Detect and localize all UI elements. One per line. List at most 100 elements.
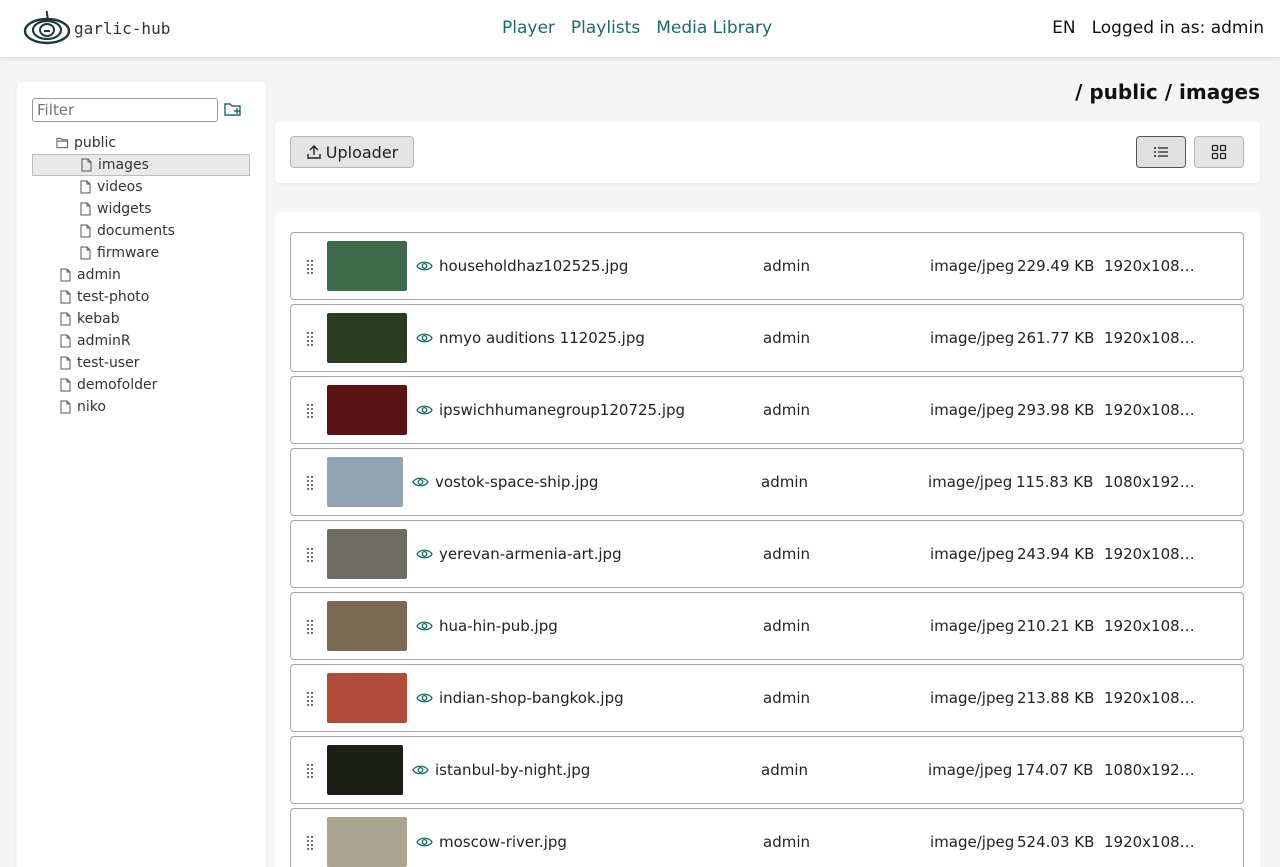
file-name[interactable]: indian-shop-bangkok.jpg xyxy=(439,689,624,707)
tree-item-9[interactable]: kebab xyxy=(32,308,250,330)
nav-player[interactable]: Player xyxy=(502,18,555,38)
file-icon xyxy=(80,180,91,194)
tree-item-4[interactable]: widgets xyxy=(32,198,250,220)
preview-eye-icon[interactable] xyxy=(416,331,433,345)
file-name[interactable]: householdhaz102525.jpg xyxy=(439,257,628,275)
file-name[interactable]: nmyo auditions 112025.jpg xyxy=(439,329,645,347)
garlic-hub-logo[interactable]: garlic-hub xyxy=(22,9,170,45)
file-mime-type: image/jpeg xyxy=(930,401,1015,419)
file-dimensions: 1920x108… xyxy=(1104,257,1195,275)
file-owner: admin xyxy=(763,833,810,851)
preview-eye-icon[interactable] xyxy=(416,691,433,705)
file-owner: admin xyxy=(763,401,810,419)
file-name[interactable]: vostok-space-ship.jpg xyxy=(435,473,598,491)
file-name[interactable]: istanbul-by-night.jpg xyxy=(435,761,590,779)
file-icon xyxy=(60,312,71,326)
tree-item-13[interactable]: niko xyxy=(32,396,250,418)
media-row[interactable]: istanbul-by-night.jpg admin image/jpeg 174.… xyxy=(290,736,1244,804)
file-name[interactable]: yerevan-armenia-art.jpg xyxy=(439,545,622,563)
nav-media-library[interactable]: Media Library xyxy=(656,18,772,38)
file-dimensions: 1920x108… xyxy=(1104,617,1195,635)
tree-item-2[interactable]: images xyxy=(32,154,250,176)
language-switch[interactable]: EN xyxy=(1052,18,1075,38)
media-thumbnail[interactable] xyxy=(327,817,407,867)
tree-item-label: niko xyxy=(77,399,106,415)
media-row[interactable]: householdhaz102525.jpg admin image/jpeg 229… xyxy=(290,232,1244,300)
tree-item-1[interactable]: public xyxy=(32,132,250,154)
drag-handle-icon[interactable] xyxy=(306,474,314,490)
media-thumbnail[interactable] xyxy=(327,745,403,795)
file-size: 261.77 KB xyxy=(1017,329,1095,347)
media-thumbnail[interactable] xyxy=(327,673,407,723)
drag-handle-icon[interactable] xyxy=(306,834,314,850)
media-list: householdhaz102525.jpg admin image/jpeg 229… xyxy=(275,212,1260,867)
tree-item-label: test-photo xyxy=(77,289,150,305)
media-thumbnail[interactable] xyxy=(327,385,407,435)
file-owner: admin xyxy=(761,473,808,491)
uploader-button[interactable]: Uploader xyxy=(290,136,414,168)
media-thumbnail[interactable] xyxy=(327,529,407,579)
preview-eye-icon[interactable] xyxy=(412,763,429,777)
file-size: 229.49 KB xyxy=(1017,257,1095,275)
drag-handle-icon[interactable] xyxy=(306,330,314,346)
file-size: 210.21 KB xyxy=(1017,617,1095,635)
file-icon xyxy=(60,356,71,370)
tree-item-label: test-user xyxy=(77,355,140,371)
media-row[interactable]: yerevan-armenia-art.jpg admin image/jpeg 24… xyxy=(290,520,1244,588)
file-name[interactable]: moscow-river.jpg xyxy=(439,833,567,851)
tree-item-3[interactable]: videos xyxy=(32,176,250,198)
file-dimensions: 1920x108… xyxy=(1104,833,1195,851)
media-row[interactable]: moscow-river.jpg admin image/jpeg 524.03 KB… xyxy=(290,808,1244,867)
drag-handle-icon[interactable] xyxy=(306,546,314,562)
file-name[interactable]: hua-hin-pub.jpg xyxy=(439,617,558,635)
preview-eye-icon[interactable] xyxy=(416,403,433,417)
preview-eye-icon[interactable] xyxy=(416,547,433,561)
logged-in-user[interactable]: Logged in as: admin xyxy=(1092,18,1264,38)
grid-view-button[interactable] xyxy=(1194,136,1244,168)
preview-eye-icon[interactable] xyxy=(416,619,433,633)
drag-handle-icon[interactable] xyxy=(306,762,314,778)
list-view-button[interactable] xyxy=(1136,136,1186,168)
add-folder-icon[interactable] xyxy=(224,101,242,117)
file-dimensions: 1920x108… xyxy=(1104,401,1195,419)
filter-input[interactable] xyxy=(32,98,218,122)
media-row[interactable]: vostok-space-ship.jpg admin image/jpeg 115.… xyxy=(290,448,1244,516)
file-owner: admin xyxy=(763,617,810,635)
nav-playlists[interactable]: Playlists xyxy=(571,18,640,38)
preview-eye-icon[interactable] xyxy=(416,835,433,849)
tree-item-7[interactable]: admin xyxy=(32,264,250,286)
preview-eye-icon[interactable] xyxy=(416,259,433,273)
file-mime-type: image/jpeg xyxy=(930,617,1015,635)
drag-handle-icon[interactable] xyxy=(306,618,314,634)
file-icon xyxy=(80,246,91,260)
preview-eye-icon[interactable] xyxy=(412,475,429,489)
file-icon xyxy=(80,224,91,238)
media-row[interactable]: nmyo auditions 112025.jpg admin image/jpeg… xyxy=(290,304,1244,372)
tree-item-10[interactable]: adminR xyxy=(32,330,250,352)
tree-item-6[interactable]: firmware xyxy=(32,242,250,264)
file-mime-type: image/jpeg xyxy=(928,761,1013,779)
drag-handle-icon[interactable] xyxy=(306,690,314,706)
tree-item-11[interactable]: test-user xyxy=(32,352,250,374)
media-thumbnail[interactable] xyxy=(327,601,407,651)
main-nav: Player Playlists Media Library xyxy=(502,18,772,38)
media-row[interactable]: indian-shop-bangkok.jpg admin image/jpeg 21… xyxy=(290,664,1244,732)
drag-handle-icon[interactable] xyxy=(306,258,314,274)
media-row[interactable]: ipswichhumanegroup120725.jpg admin image/j… xyxy=(290,376,1244,444)
uploader-label: Uploader xyxy=(325,142,399,162)
tree-item-5[interactable]: documents xyxy=(32,220,250,242)
drag-handle-icon[interactable] xyxy=(306,402,314,418)
file-mime-type: image/jpeg xyxy=(930,329,1015,347)
media-thumbnail[interactable] xyxy=(327,457,403,507)
file-name[interactable]: ipswichhumanegroup120725.jpg xyxy=(439,401,685,419)
tree-item-label: images xyxy=(98,157,149,173)
tree-item-12[interactable]: demofolder xyxy=(32,374,250,396)
media-thumbnail[interactable] xyxy=(327,241,407,291)
tree-item-8[interactable]: test-photo xyxy=(32,286,250,308)
media-thumbnail[interactable] xyxy=(327,313,407,363)
media-row[interactable]: hua-hin-pub.jpg admin image/jpeg 210.21 KB 1… xyxy=(290,592,1244,660)
file-mime-type: image/jpeg xyxy=(928,473,1013,491)
file-owner: admin xyxy=(763,257,810,275)
breadcrumb: / public / images xyxy=(1075,80,1260,104)
file-dimensions: 1920x108… xyxy=(1104,689,1195,707)
